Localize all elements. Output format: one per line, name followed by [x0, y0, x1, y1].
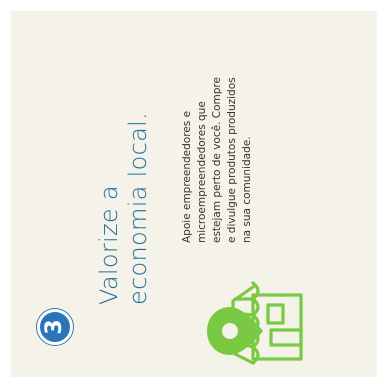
shop-door-shape	[269, 328, 303, 347]
local-shop-location-icon	[207, 281, 303, 365]
card-content: 3 Valorize a economia local. Apoie empre…	[11, 11, 377, 377]
info-card: 3 Valorize a economia local. Apoie empre…	[11, 11, 377, 377]
shop-window-shape	[266, 303, 285, 325]
location-pin-hole-shape	[222, 323, 238, 339]
